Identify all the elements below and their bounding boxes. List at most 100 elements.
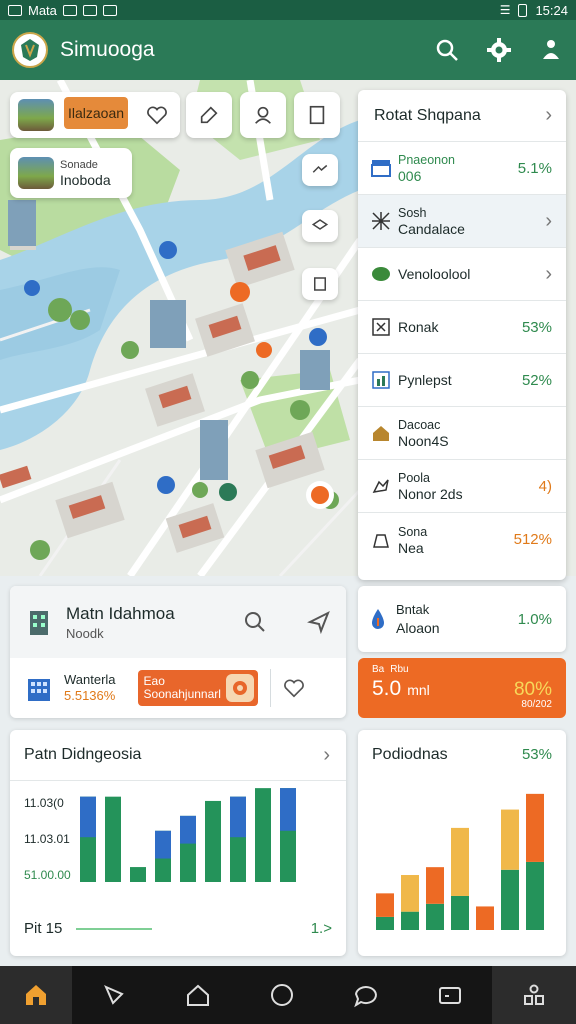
slider-track[interactable] xyxy=(76,928,152,930)
nav-more[interactable] xyxy=(492,966,576,1024)
grid-icon xyxy=(370,316,392,338)
favorite-button[interactable] xyxy=(134,92,180,138)
map-control-2[interactable] xyxy=(302,210,338,242)
house-icon xyxy=(370,422,392,444)
list-item[interactable]: Poola Nonor 2ds 4) xyxy=(358,460,566,513)
status-bar: Mata ☰ 15:24 xyxy=(0,0,576,20)
nav-home[interactable] xyxy=(0,966,72,1024)
gear-icon[interactable] xyxy=(486,37,512,63)
action-button[interactable]: Eao Soonahjunnarl xyxy=(137,670,258,706)
list-item-line2: Venoloolool xyxy=(398,266,471,282)
coin-icon xyxy=(225,674,254,702)
nav-back[interactable] xyxy=(72,982,156,1008)
list-item[interactable]: Ronak 53% xyxy=(358,301,566,354)
bar-segment xyxy=(401,875,419,912)
right-list-title: Rotat Shqpana xyxy=(374,106,481,124)
clock: 15:24 xyxy=(535,2,568,18)
chevron-right-icon[interactable]: › xyxy=(323,744,330,767)
place-pill[interactable]: Ilalzaoan xyxy=(64,97,128,129)
bar xyxy=(105,796,121,882)
left-chart-title: Patn Didngeosia xyxy=(24,746,142,763)
bar-segment xyxy=(476,906,494,930)
chevron-right-icon[interactable]: › xyxy=(545,210,552,233)
edit-icon xyxy=(200,106,218,124)
navigate-icon[interactable] xyxy=(306,609,332,635)
heart-icon xyxy=(147,106,167,125)
search-icon[interactable] xyxy=(242,609,268,635)
list-item-line2: Nea xyxy=(398,539,424,556)
list-item-line1: Sosh xyxy=(398,206,427,220)
shop-icon xyxy=(370,529,392,551)
nav-chat[interactable] xyxy=(324,982,408,1008)
list-item[interactable]: Pnaeonon 006 5.1% xyxy=(358,142,566,195)
bar xyxy=(255,788,271,882)
left-chart-footer-right[interactable]: 1.> xyxy=(311,920,332,937)
list-item-line1: Sona xyxy=(398,524,428,539)
place-info-line1: Sonade xyxy=(60,159,98,171)
stat-card[interactable]: Bntak Aloaon 1.0% xyxy=(358,586,566,652)
place-thumbnail xyxy=(18,99,54,131)
layers-icon xyxy=(311,219,329,230)
heart-icon[interactable] xyxy=(283,677,305,699)
list-item-line2: Noon4S xyxy=(398,433,449,449)
document-icon xyxy=(309,105,325,125)
stat-card-line2: Aloaon xyxy=(396,620,440,636)
bar-segment xyxy=(80,796,96,838)
list-item-line2: Pynlepst xyxy=(398,372,452,388)
bar xyxy=(205,800,221,882)
divider xyxy=(269,669,271,707)
chat-icon xyxy=(354,986,377,1008)
list-item[interactable]: Pynlepst 52% xyxy=(358,354,566,407)
right-chart-title: Podiodnas xyxy=(372,746,448,763)
stat-card-value: 1.0% xyxy=(517,610,552,628)
list-item[interactable]: Dacoac Noon4S xyxy=(358,407,566,460)
list-item-line1: Pnaeonon xyxy=(398,153,456,167)
place-info-thumbnail xyxy=(18,157,54,189)
back-triangle-icon xyxy=(104,985,124,1005)
gallery-icon xyxy=(8,4,22,16)
nav-circle[interactable] xyxy=(240,982,324,1008)
edit-button[interactable] xyxy=(186,92,232,138)
highlight-card[interactable]: Ba Rbu 5.0 mnl 80% 80/202 xyxy=(358,658,566,718)
right-chart-percent: 53% xyxy=(521,746,552,763)
chevron-right-icon[interactable]: › xyxy=(545,104,552,127)
location-card-header[interactable]: Matn Idahmoa Noodk xyxy=(10,586,346,658)
app-bar: Simuooga xyxy=(0,20,576,80)
list-item[interactable]: Venoloolool › xyxy=(358,248,566,301)
list-item-value: 53% xyxy=(521,318,552,336)
bar-segment xyxy=(155,830,171,859)
chevron-right-icon[interactable]: › xyxy=(545,263,552,286)
list-item[interactable]: Sosh Candalace › xyxy=(358,195,566,248)
building-icon xyxy=(30,611,48,635)
image-icon xyxy=(62,4,77,16)
list-item-line2: Candalace xyxy=(398,221,465,237)
bar-segment xyxy=(230,796,246,838)
bar xyxy=(526,861,544,930)
nav-ticket[interactable] xyxy=(408,982,492,1008)
battery-icon xyxy=(518,3,528,17)
app-logo-icon[interactable] xyxy=(12,32,48,68)
map-control-3[interactable] xyxy=(302,268,338,300)
list-item-line1: Poola xyxy=(398,471,430,485)
list-item[interactable]: Sona Nea 512% xyxy=(358,513,566,566)
chart-doc-icon xyxy=(370,369,392,391)
list-item-value: 52% xyxy=(521,371,552,389)
route-icon xyxy=(312,164,328,173)
nav-house[interactable] xyxy=(156,982,240,1008)
left-bar-chart xyxy=(80,788,296,882)
detail-line1: Wanterla xyxy=(64,672,116,687)
notification-icon xyxy=(82,4,97,16)
left-chart-footer: Pit 15 xyxy=(24,920,63,937)
profile-button[interactable] xyxy=(240,92,286,138)
bar-segment xyxy=(426,867,444,904)
user-icon[interactable] xyxy=(538,37,564,63)
bar xyxy=(426,903,444,930)
right-list-panel: Rotat Shqpana › Pnaeonon 006 5.1% Sosh C… xyxy=(358,90,566,580)
search-icon[interactable] xyxy=(434,37,460,63)
right-list-header[interactable]: Rotat Shqpana › xyxy=(358,90,566,142)
place-info-card[interactable]: Sonade Inoboda xyxy=(10,148,132,198)
document-button[interactable] xyxy=(294,92,340,138)
highlight-label1: Ba xyxy=(372,664,385,675)
y-tick-label: 11.03(0 xyxy=(24,796,64,810)
map-control-1[interactable] xyxy=(302,154,338,186)
